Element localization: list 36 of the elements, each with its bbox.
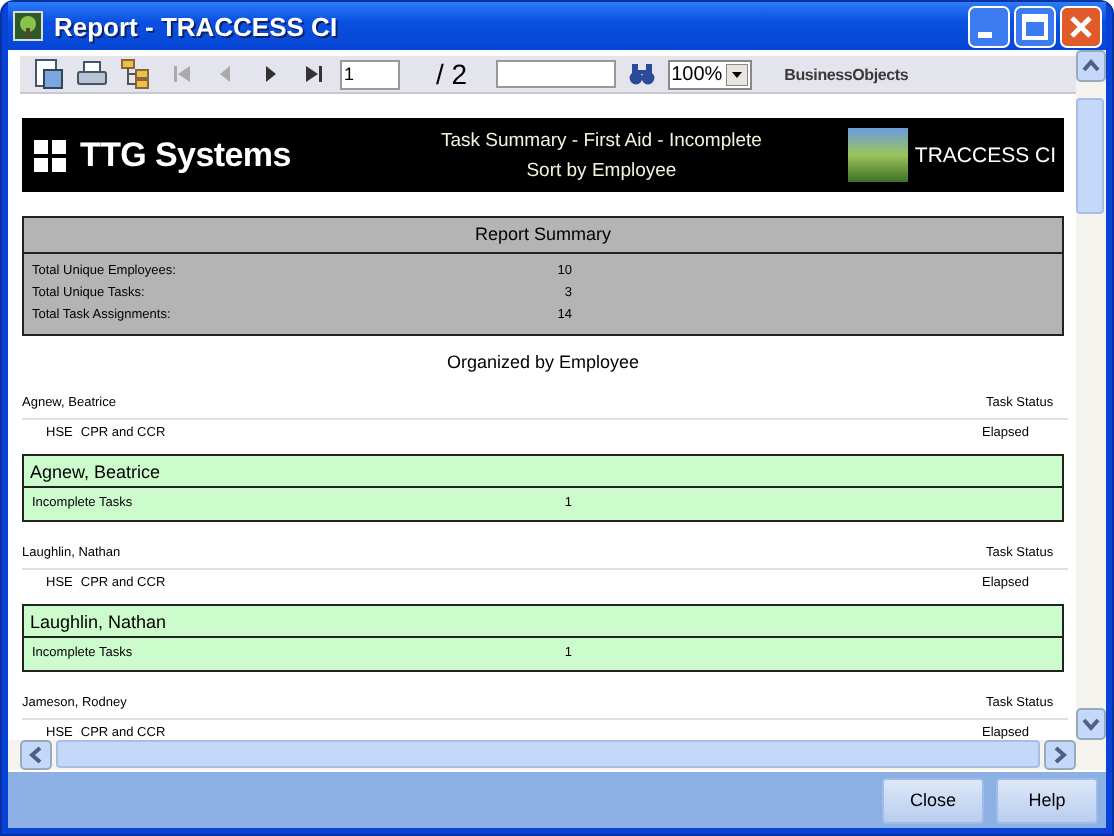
product-name: TRACCESS CI [914, 143, 1056, 167]
scroll-right-icon[interactable] [1044, 740, 1076, 770]
scroll-down-icon[interactable] [1076, 708, 1106, 740]
horizontal-scrollbar[interactable] [8, 740, 1106, 770]
company-name: TTG Systems [80, 135, 291, 175]
last-page-icon[interactable] [300, 60, 328, 88]
report-title: Task Summary - First Aid - Incomplete [438, 127, 764, 155]
dialog-button[interactable]: Close [882, 777, 984, 823]
page-total: / 2 [436, 58, 468, 90]
section-title: Organized by Employee [444, 352, 642, 372]
window-title: Report - TRACCESS CI [54, 11, 340, 41]
scroll-thumb[interactable] [56, 740, 1040, 768]
zoom-dropdown[interactable]: 100% [667, 59, 753, 89]
summary-title: Report Summary [24, 218, 1062, 254]
tree-icon[interactable] [120, 58, 152, 90]
maximize-icon[interactable] [1014, 5, 1056, 47]
report-subtitle: Sort by Employee [524, 157, 679, 185]
employee-total-name: Laughlin, Nathan [24, 606, 1062, 638]
brand-logo: BusinessObjects [784, 65, 909, 83]
scroll-thumb[interactable] [1076, 98, 1104, 214]
close-icon[interactable] [1060, 5, 1102, 47]
grid-logo-icon [34, 139, 66, 171]
tree-photo-placeholder [848, 128, 909, 182]
dropdown-arrow-icon [726, 63, 749, 85]
scroll-left-icon[interactable] [20, 740, 52, 770]
minimize-icon[interactable] [968, 5, 1010, 47]
vertical-scrollbar[interactable] [1076, 50, 1106, 740]
search-field[interactable] [495, 60, 616, 88]
scroll-up-icon[interactable] [1076, 50, 1106, 82]
binoculars-icon[interactable] [627, 60, 656, 88]
app-icon [12, 10, 44, 42]
page-input[interactable]: 1 [340, 59, 400, 89]
dialog-button[interactable]: Help [996, 777, 1098, 823]
export-icon[interactable] [32, 58, 64, 90]
print-icon[interactable] [76, 58, 108, 90]
employee-total-name: Agnew, Beatrice [24, 456, 1062, 488]
